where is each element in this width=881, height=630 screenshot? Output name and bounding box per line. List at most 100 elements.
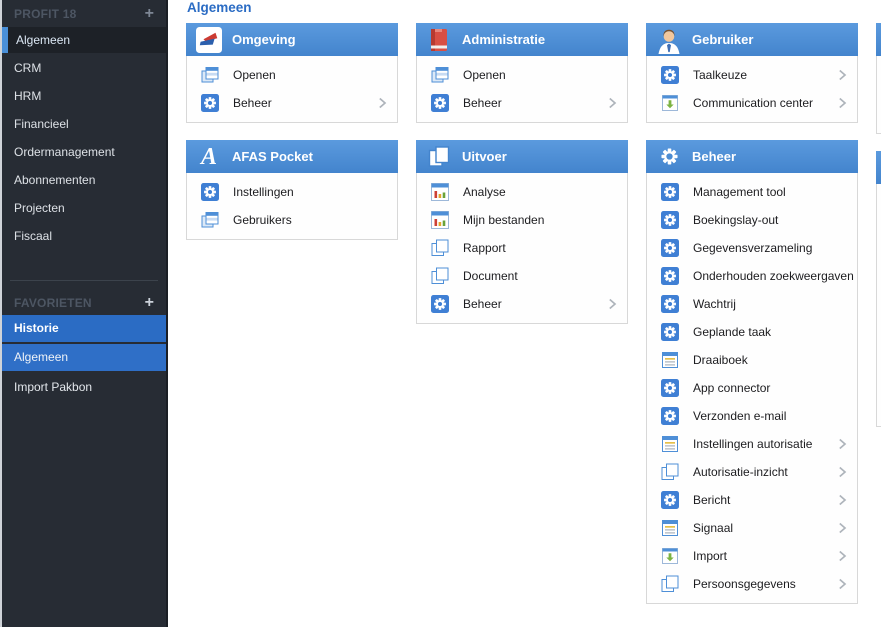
menu-item-onderhouden-zoekweergaven[interactable]: Onderhouden zoekweergaven <box>647 262 857 290</box>
menu-item-signaal[interactable]: Signaal <box>647 514 857 542</box>
menu-item-beheer[interactable]: Beheer <box>417 89 627 117</box>
menu-item-label: Geplande taak <box>693 325 847 339</box>
favorite-item-algemeen[interactable]: Algemeen <box>2 342 166 371</box>
card-header[interactable]: Beheer <box>646 140 858 173</box>
sidebar-item-abonnementen[interactable]: Abonnementen <box>2 166 166 194</box>
chevron-right-icon <box>608 97 617 109</box>
menu-item-rapport[interactable]: Rapport <box>417 234 627 262</box>
menu-item-analyse[interactable]: Analyse <box>417 178 627 206</box>
menu-item-label: App connector <box>693 381 847 395</box>
menu-item-label: Beheer <box>463 297 608 311</box>
menu-item-gebruikers[interactable]: Gebruikers <box>187 206 397 234</box>
card-header[interactable]: A AFAS Pocket <box>186 140 398 173</box>
pages-outline-icon <box>661 463 679 481</box>
favorites-nav: HistorieAlgemeen Import Pakbon <box>2 315 166 401</box>
menu-item-taalkeuze[interactable]: Taalkeuze <box>647 61 857 89</box>
menu-item-communication-center[interactable]: Communication center <box>647 89 857 117</box>
sidebar-item-crm[interactable]: CRM <box>2 54 166 82</box>
card-header[interactable]: Gebruiker <box>646 23 858 56</box>
download-icon <box>661 94 679 112</box>
doc-list-icon <box>661 435 679 453</box>
menu-item-management-tool[interactable]: Management tool <box>647 178 857 206</box>
card-header[interactable]: Administratie <box>416 23 628 56</box>
menu-item-label: Gegevensverzameling <box>693 241 847 255</box>
menu-item-document[interactable]: Document <box>417 262 627 290</box>
menu-item-wachtrij[interactable]: Wachtrij <box>647 290 857 318</box>
menu-item-label: Mijn bestanden <box>463 213 617 227</box>
gear-icon <box>661 66 679 84</box>
menu-item-beheer[interactable]: Beheer <box>417 290 627 318</box>
menu-item-label: Onderhouden zoekweergaven <box>693 269 854 283</box>
pages-outline-icon <box>431 239 449 257</box>
menu-item-label: Rapport <box>463 241 617 255</box>
card-header[interactable]: Omgeving <box>186 23 398 56</box>
sidebar-item-financieel[interactable]: Financieel <box>2 110 166 138</box>
menu-item-label: Instellingen <box>233 185 387 199</box>
favorite-item-import-pakbon[interactable]: Import Pakbon <box>2 374 166 401</box>
chart-icon <box>431 183 449 201</box>
card-header[interactable] <box>876 151 881 184</box>
gear-icon <box>201 183 219 201</box>
menu-item-label: Document <box>463 269 617 283</box>
menu-item-label: Beheer <box>233 96 378 110</box>
chevron-right-icon <box>838 97 847 109</box>
sidebar-item-ordermanagement[interactable]: Ordermanagement <box>2 138 166 166</box>
favorites-section-header: FAVORIETEN + <box>2 289 166 315</box>
card-header[interactable]: Uitvoer <box>416 140 628 173</box>
card-column-2: Administratie Openen Beheer Uitvoer Anal… <box>416 23 628 341</box>
menu-item-gegevensverzameling[interactable]: Gegevensverzameling <box>647 234 857 262</box>
menu-item-autorisatie-inzicht[interactable]: Autorisatie-inzicht <box>647 458 857 486</box>
menu-item-label: Beheer <box>463 96 608 110</box>
menu-item-openen[interactable]: Openen <box>417 61 627 89</box>
menu-item-boekingslay-out[interactable]: Boekingslay-out <box>647 206 857 234</box>
add-icon[interactable]: + <box>145 7 154 21</box>
add-favorite-icon[interactable]: + <box>145 296 154 310</box>
chevron-right-icon <box>838 522 847 534</box>
sidebar: PROFIT 18 + AlgemeenCRMHRMFinancieelOrde… <box>0 0 168 627</box>
menu-item-instellingen[interactable]: Instellingen <box>187 178 397 206</box>
menu-item-instellingen-autorisatie[interactable]: Instellingen autorisatie <box>647 430 857 458</box>
menu-item-geplande-taak[interactable]: Geplande taak <box>647 318 857 346</box>
menu-item-openen[interactable]: Openen <box>187 61 397 89</box>
sidebar-item-projecten[interactable]: Projecten <box>2 194 166 222</box>
menu-item-mijn-bestanden[interactable]: Mijn bestanden <box>417 206 627 234</box>
gear-icon <box>661 239 679 257</box>
menu-item-app-connector[interactable]: App connector <box>647 374 857 402</box>
card-uitvoer: Uitvoer Analyse Mijn bestanden Rapport D… <box>416 140 628 324</box>
chevron-right-icon <box>838 578 847 590</box>
gear-icon <box>661 379 679 397</box>
card-body: Management tool Boekingslay-out Gegevens… <box>646 173 858 604</box>
menu-item-label: Management tool <box>693 185 847 199</box>
menu-item-label: Taalkeuze <box>693 68 838 82</box>
gear-icon <box>661 491 679 509</box>
card-body: Instellingen Gebruikers <box>186 173 398 240</box>
sidebar-item-hrm[interactable]: HRM <box>2 82 166 110</box>
menu-item-label: Wachtrij <box>693 297 847 311</box>
card-title: AFAS Pocket <box>232 149 313 164</box>
menu-item-label: Autorisatie-inzicht <box>693 465 838 479</box>
menu-item-label: Persoonsgegevens <box>693 577 838 591</box>
chevron-right-icon <box>608 298 617 310</box>
favorite-item-historie[interactable]: Historie <box>2 315 166 342</box>
menu-item-beheer[interactable]: Beheer <box>187 89 397 117</box>
card-beheer: Beheer Management tool Boekingslay-out G… <box>646 140 858 604</box>
sidebar-item-fiscaal[interactable]: Fiscaal <box>2 222 166 250</box>
menu-item-label: Instellingen autorisatie <box>693 437 838 451</box>
chevron-right-icon <box>838 466 847 478</box>
windows-icon <box>431 66 449 84</box>
card-column-3: Gebruiker Taalkeuze Communication center… <box>646 23 858 621</box>
gear-icon <box>661 295 679 313</box>
gear-icon <box>661 407 679 425</box>
menu-item-verzonden-e-mail[interactable]: Verzonden e-mail <box>647 402 857 430</box>
menu-item-bericht[interactable]: Bericht <box>647 486 857 514</box>
gear-icon <box>661 211 679 229</box>
gear-icon <box>661 183 679 201</box>
sidebar-item-algemeen[interactable]: Algemeen <box>2 27 166 53</box>
card-header[interactable] <box>876 23 881 56</box>
pages-outline-icon <box>661 575 679 593</box>
menu-item-import[interactable]: Import <box>647 542 857 570</box>
card-title: Omgeving <box>232 32 296 47</box>
menu-item-persoonsgegevens[interactable]: Persoonsgegevens <box>647 570 857 598</box>
gear-icon <box>431 94 449 112</box>
menu-item-draaiboek[interactable]: Draaiboek <box>647 346 857 374</box>
